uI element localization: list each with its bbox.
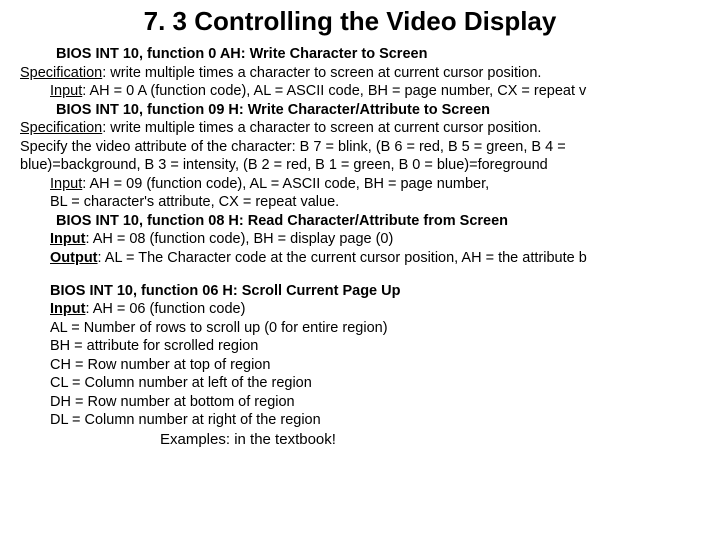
sec4-heading: BIOS INT 10, function 06 H: Scroll Curre…: [20, 282, 720, 301]
bios-label: BIOS: [50, 283, 85, 299]
sec2-heading-rest: INT 10, function 09 H: Write Character/A…: [91, 102, 490, 118]
input-label: Input: [50, 301, 85, 317]
sec2-input-text1: : AH = 09 (function code), AL = ASCII co…: [82, 176, 489, 192]
sec3-heading: BIOS INT 10, function 08 H: Read Charact…: [20, 212, 720, 231]
sec4-l4: CH = Row number at top of region: [20, 356, 720, 375]
sec1-heading: BIOS INT 10, function 0 AH: Write Charac…: [20, 45, 720, 64]
sec3-heading-rest: INT 10, function 08 H: Read Character/At…: [91, 213, 508, 229]
sec1-input-text: : AH = 0 A (function code), AL = ASCII c…: [82, 83, 586, 99]
bios-label: BIOS: [56, 213, 91, 229]
sec2-heading: BIOS INT 10, function 09 H: Write Charac…: [20, 101, 720, 120]
sec4-l3: BH = attribute for scrolled region: [20, 337, 720, 356]
sec2-spec-line2: Specify the video attribute of the chara…: [20, 138, 720, 157]
page: 7. 3 Controlling the Video Display BIOS …: [0, 0, 720, 449]
input-label: Input: [50, 83, 82, 99]
sec2-input-line2: BL = character's attribute, CX = repeat …: [20, 193, 720, 212]
sec3-output: Output: AL = The Character code at the c…: [20, 249, 720, 268]
bios-label: BIOS: [56, 102, 91, 118]
sec3-input-text: : AH = 08 (function code), BH = display …: [85, 231, 393, 247]
sec4-heading-rest: INT 10, function 06 H: Scroll Current Pa…: [85, 283, 400, 299]
input-label: Input: [50, 231, 85, 247]
examples-note: Examples: in the textbook!: [20, 430, 720, 449]
sec4-input: Input: AH = 06 (function code): [20, 300, 720, 319]
sec3-input: Input: AH = 08 (function code), BH = dis…: [20, 230, 720, 249]
input-label: Input: [50, 176, 82, 192]
sec1-input: Input: AH = 0 A (function code), AL = AS…: [20, 82, 720, 101]
sec4-input-text: : AH = 06 (function code): [85, 301, 245, 317]
output-label: Output: [50, 250, 98, 266]
sec4: BIOS INT 10, function 06 H: Scroll Curre…: [20, 282, 720, 430]
sec3-output-text: : AL = The Character code at the current…: [98, 250, 587, 266]
sec4-l6: DH = Row number at bottom of region: [20, 393, 720, 412]
sec4-l2: AL = Number of rows to scroll up (0 for …: [20, 319, 720, 338]
sec2-input-line1: Input: AH = 09 (function code), AL = ASC…: [20, 175, 720, 194]
sec1-spec-text: : write multiple times a character to sc…: [102, 65, 541, 81]
bios-label: BIOS: [56, 46, 91, 62]
sec2-spec-line3: blue)=background, B 3 = intensity, (B 2 …: [20, 156, 720, 175]
sec4-l5: CL = Column number at left of the region: [20, 374, 720, 393]
sec2-spec-line1: Specification: write multiple times a ch…: [20, 119, 720, 138]
sec2-spec-text1: : write multiple times a character to sc…: [102, 120, 541, 136]
section-title: 7. 3 Controlling the Video Display: [20, 6, 720, 37]
body: BIOS INT 10, function 0 AH: Write Charac…: [20, 45, 720, 449]
sec1-spec: Specification: write multiple times a ch…: [20, 64, 720, 83]
spec-label: Specification: [20, 65, 102, 81]
sec1-heading-rest: INT 10, function 0 AH: Write Character t…: [91, 46, 427, 62]
sec4-l7: DL = Column number at right of the regio…: [20, 411, 720, 430]
spec-label: Specification: [20, 120, 102, 136]
